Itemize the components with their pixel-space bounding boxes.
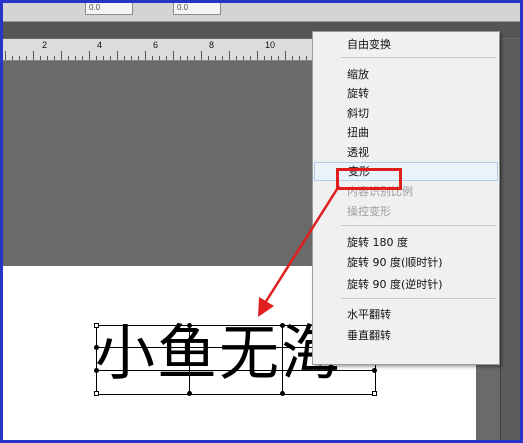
screenshot-frame: 0.0 0.0 2 4 6 8 10 8 小鱼无海 自由变换 缩放 旋转 斜切 …: [0, 0, 523, 443]
annotation-arrow: [258, 185, 341, 317]
